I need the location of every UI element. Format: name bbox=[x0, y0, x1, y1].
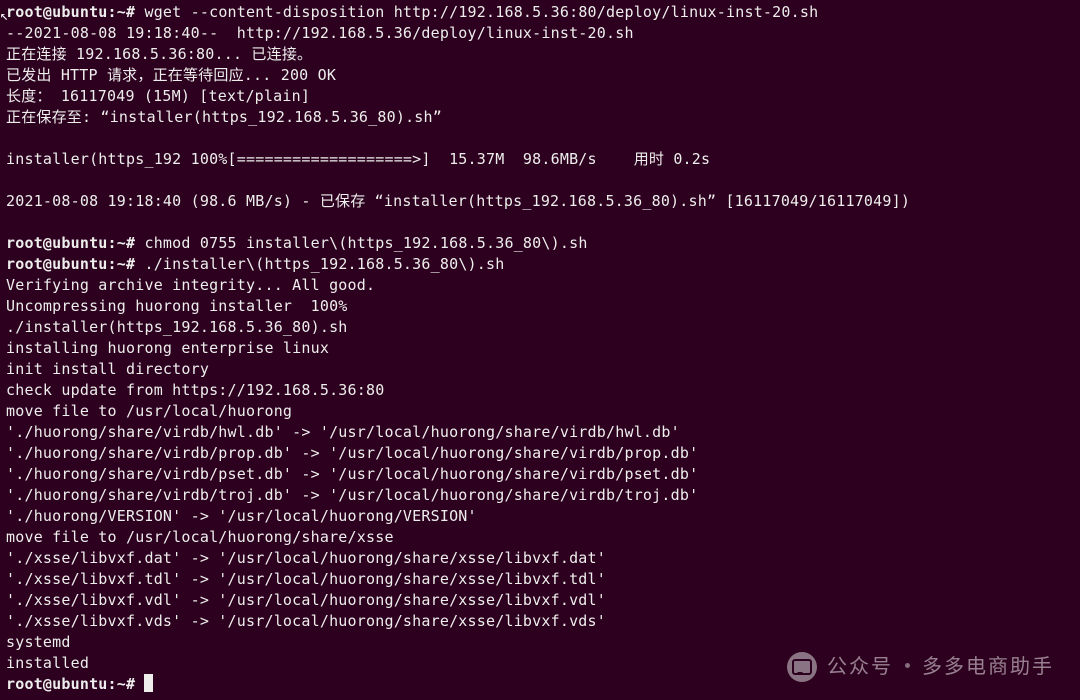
line-2: --2021-08-08 19:18:40-- http://192.168.5… bbox=[6, 24, 634, 42]
shell-prompt: root@ubuntu:~# bbox=[6, 255, 135, 273]
line-27: './xsse/libvxf.dat' -> '/usr/local/huoro… bbox=[6, 549, 606, 567]
dot-separator-icon bbox=[905, 663, 910, 668]
line-8-progress: installer(https_192 100%[===============… bbox=[6, 150, 710, 168]
watermark: 公众号 多多电商助手 bbox=[787, 652, 1054, 682]
line-31: systemd bbox=[6, 633, 71, 651]
line-15: Uncompressing huorong installer 100% bbox=[6, 297, 348, 315]
line-13: root@ubuntu:~# ./installer\(https_192.16… bbox=[6, 255, 504, 273]
line-3: 正在连接 192.168.5.36:80... 已连接。 bbox=[6, 45, 312, 63]
line-12: root@ubuntu:~# chmod 0755 installer\(htt… bbox=[6, 234, 588, 252]
line-30: './xsse/libvxf.vds' -> '/usr/local/huoro… bbox=[6, 612, 606, 630]
line-28: './xsse/libvxf.tdl' -> '/usr/local/huoro… bbox=[6, 570, 606, 588]
line-1: root@ubuntu:~# wget --content-dispositio… bbox=[6, 3, 818, 21]
line-26: move file to /usr/local/huorong/share/xs… bbox=[6, 528, 394, 546]
line-10: 2021-08-08 19:18:40 (98.6 MB/s) - 已保存 “i… bbox=[6, 192, 910, 210]
line-25: './huorong/VERSION' -> '/usr/local/huoro… bbox=[6, 507, 477, 525]
command-text: ./installer\(https_192.168.5.36_80\).sh bbox=[144, 255, 504, 273]
command-text: chmod 0755 installer\(https_192.168.5.36… bbox=[144, 234, 587, 252]
line-14: Verifying archive integrity... All good. bbox=[6, 276, 375, 294]
line-21: './huorong/share/virdb/hwl.db' -> '/usr/… bbox=[6, 423, 680, 441]
line-29: './xsse/libvxf.vdl' -> '/usr/local/huoro… bbox=[6, 591, 606, 609]
line-20: move file to /usr/local/huorong bbox=[6, 402, 292, 420]
line-4: 已发出 HTTP 请求，正在等待回应... 200 OK bbox=[6, 66, 336, 84]
line-32: installed bbox=[6, 654, 89, 672]
line-33-prompt: root@ubuntu:~# bbox=[6, 675, 153, 693]
shell-prompt: root@ubuntu:~# bbox=[6, 234, 135, 252]
line-6: 正在保存至: “installer(https_192.168.5.36_80)… bbox=[6, 108, 442, 126]
line-19: check update from https://192.168.5.36:8… bbox=[6, 381, 384, 399]
line-24: './huorong/share/virdb/troj.db' -> '/usr… bbox=[6, 486, 698, 504]
shell-prompt: root@ubuntu:~# bbox=[6, 3, 135, 21]
wechat-icon bbox=[787, 652, 817, 682]
line-18: init install directory bbox=[6, 360, 209, 378]
line-23: './huorong/share/virdb/pset.db' -> '/usr… bbox=[6, 465, 698, 483]
line-5: 长度： 16117049 (15M) [text/plain] bbox=[6, 87, 310, 105]
text-cursor[interactable] bbox=[144, 674, 153, 692]
line-22: './huorong/share/virdb/prop.db' -> '/usr… bbox=[6, 444, 698, 462]
line-16: ./installer(https_192.168.5.36_80).sh bbox=[6, 318, 348, 336]
line-17: installing huorong enterprise linux bbox=[6, 339, 329, 357]
watermark-label-suffix: 多多电商助手 bbox=[922, 657, 1054, 678]
command-text: wget --content-disposition http://192.16… bbox=[144, 3, 818, 21]
shell-prompt: root@ubuntu:~# bbox=[6, 675, 135, 693]
watermark-label-prefix: 公众号 bbox=[827, 657, 893, 678]
terminal-output[interactable]: root@ubuntu:~# wget --content-dispositio… bbox=[0, 0, 1080, 700]
